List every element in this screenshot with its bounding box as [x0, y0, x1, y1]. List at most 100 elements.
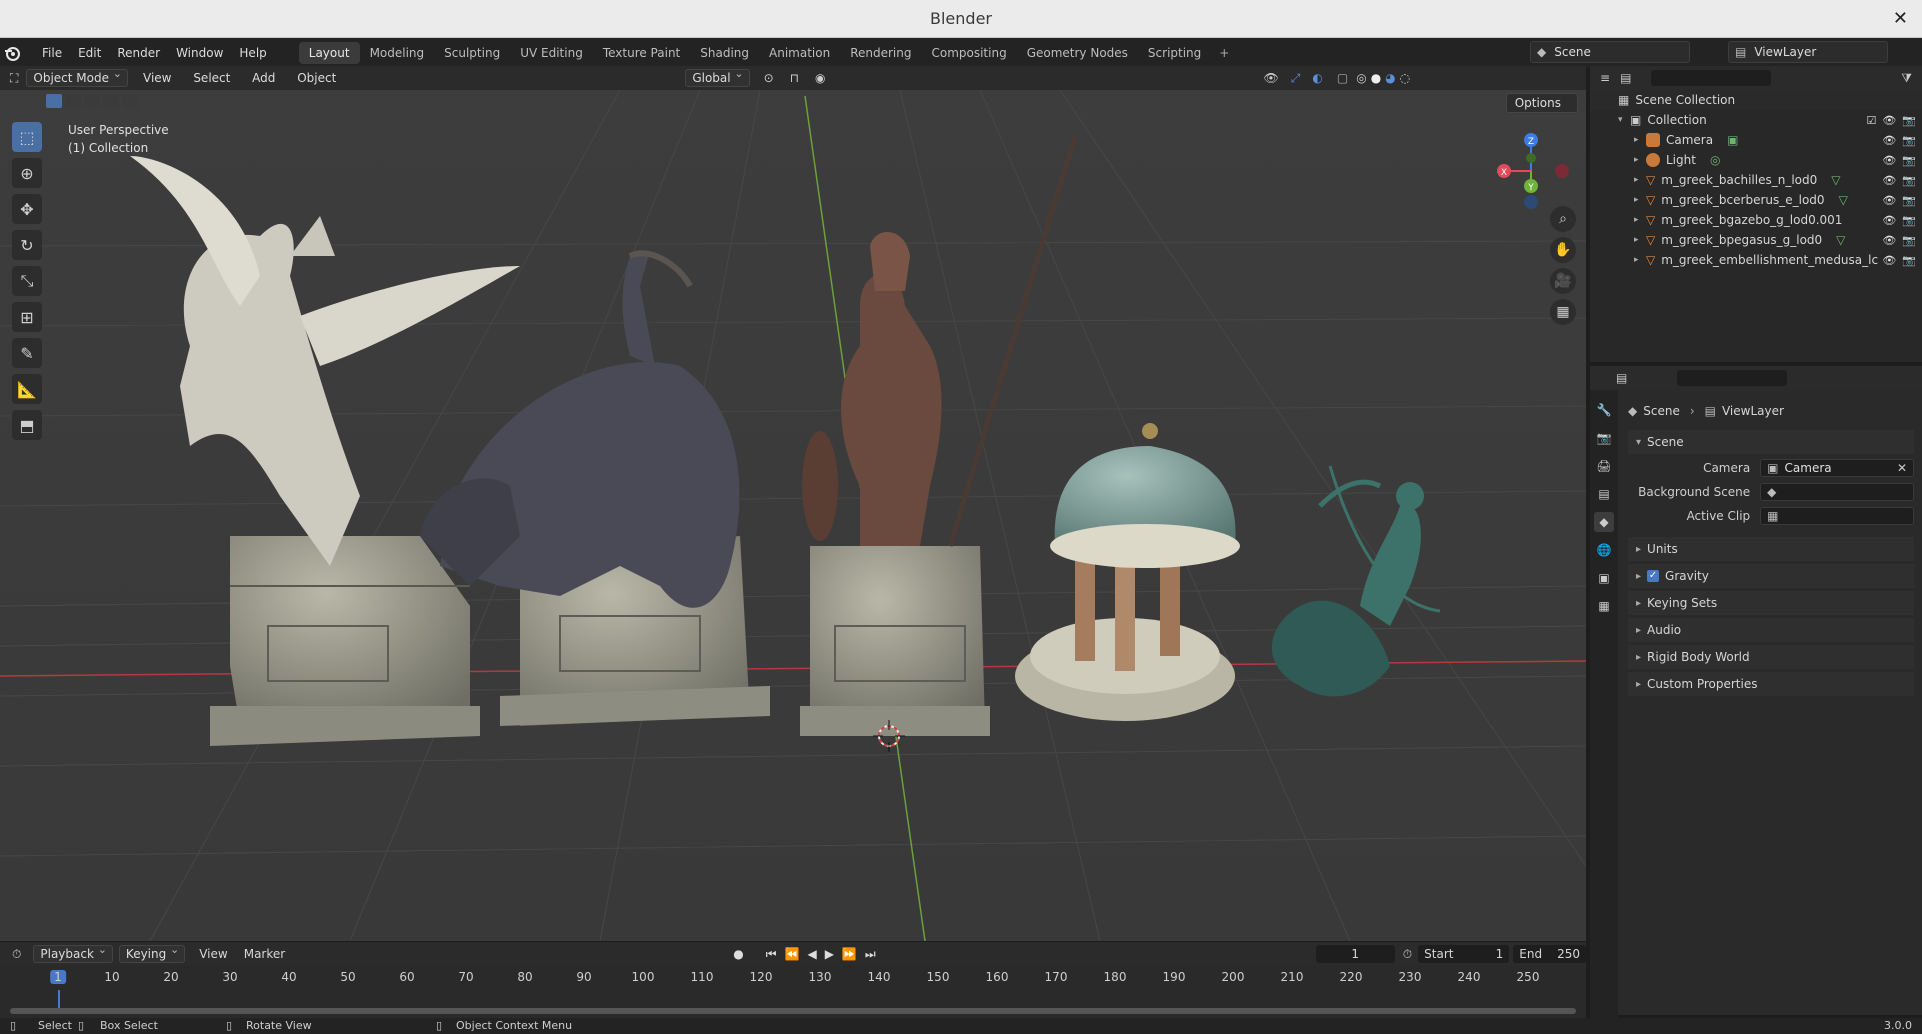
move-tool-icon[interactable]: ✥ [12, 194, 42, 224]
menu-view[interactable]: View [134, 71, 180, 85]
playback-menu[interactable]: Playback [33, 943, 113, 963]
background-scene-input[interactable]: ◆ [1760, 483, 1914, 501]
scene-selector[interactable]: ◆ Scene [1530, 41, 1690, 63]
tool-tab-icon[interactable]: 🔧 [1594, 400, 1614, 420]
editor-type-icon[interactable]: ⛶ [10, 71, 18, 86]
tab-rendering[interactable]: Rendering [840, 42, 921, 64]
outliner-item-medusa[interactable]: ▸ ▽ m_greek_embellishment_medusa_lc 👁 📷 [1590, 250, 1922, 270]
camera-field-input[interactable]: ▣ Camera ✕ [1760, 459, 1914, 477]
viewlayer-selector[interactable]: ▤ ViewLayer [1728, 41, 1888, 63]
tab-layout[interactable]: Layout [298, 42, 360, 64]
tab-modeling[interactable]: Modeling [360, 42, 435, 64]
tab-geometry-nodes[interactable]: Geometry Nodes [1017, 42, 1138, 64]
annotate-tool-icon[interactable]: ✎ [12, 338, 42, 368]
zoom-icon[interactable]: ⌕ [1550, 206, 1576, 232]
render-camera-icon[interactable]: 📷 [1902, 114, 1916, 127]
expand-triangle-icon[interactable]: ▸ [1634, 235, 1646, 245]
eye-icon[interactable]: 👁 [1882, 194, 1896, 207]
current-frame-field[interactable]: 1 [1315, 945, 1395, 963]
select-intersect-icon[interactable] [122, 94, 138, 108]
timeline-editor[interactable]: ⏱ Playback Keying View Marker ● ⏮ ⏪ ◀ ▶ … [0, 942, 1586, 1018]
view-layer-tab-icon[interactable]: ▤ [1594, 484, 1614, 504]
outliner-scene-collection[interactable]: ▦ Scene Collection [1590, 90, 1922, 110]
menu-edit[interactable]: Edit [70, 46, 109, 60]
world-tab-icon[interactable]: 🌐 [1594, 540, 1614, 560]
menu-render[interactable]: Render [109, 46, 168, 60]
play-icon[interactable]: ▶ [825, 947, 834, 961]
tab-texture-paint[interactable]: Texture Paint [593, 42, 690, 64]
collection-visibility[interactable]: ☑ 👁 📷 [1866, 114, 1916, 127]
next-keyframe-icon[interactable]: ⏩ [842, 947, 857, 961]
render-tab-icon[interactable]: 📷 [1594, 428, 1614, 448]
tab-compositing[interactable]: Compositing [921, 42, 1016, 64]
rigid-body-world-panel-header[interactable]: ▸ Rigid Body World [1628, 645, 1914, 669]
scale-tool-icon[interactable]: ⤡ [12, 266, 42, 296]
exclude-checkbox-icon[interactable]: ☑ [1866, 114, 1876, 127]
filter-icon[interactable]: ⧩ [1901, 71, 1912, 86]
expand-triangle-icon[interactable]: ▸ [1634, 195, 1646, 205]
scene-tab-icon[interactable]: ◆ [1594, 512, 1614, 532]
start-frame-field[interactable]: Start 1 [1418, 945, 1510, 963]
overlay-toggle-icon[interactable]: ◐ [1312, 71, 1322, 85]
collection-tab-icon[interactable]: ▣ [1594, 568, 1614, 588]
add-cube-tool-icon[interactable]: ⬒ [12, 410, 42, 440]
close-icon[interactable]: ✕ [1893, 8, 1908, 29]
outliner-item-pegasus[interactable]: ▸ ▽ m_greek_bpegasus_g_lod0 ▽ 👁 📷 [1590, 230, 1922, 250]
expand-triangle-icon[interactable]: ▸ [1634, 155, 1646, 165]
render-camera-icon[interactable]: 📷 [1902, 234, 1916, 247]
prev-keyframe-icon[interactable]: ⏪ [785, 947, 800, 961]
menu-file[interactable]: File [34, 46, 70, 60]
shading-rendered-icon[interactable]: ◌ [1400, 71, 1410, 85]
render-camera-icon[interactable]: 📷 [1902, 194, 1916, 207]
rotate-tool-icon[interactable]: ↻ [12, 230, 42, 260]
end-frame-field[interactable]: End 250 [1513, 945, 1586, 963]
tab-shading[interactable]: Shading [690, 42, 759, 64]
transform-orientation-dropdown[interactable]: Global [685, 67, 750, 87]
xray-icon[interactable]: ▢ [1337, 71, 1348, 85]
select-new-icon[interactable] [46, 94, 62, 108]
proportional-edit-icon[interactable]: ◉ [815, 71, 825, 85]
snap-icon[interactable]: ⊓ [790, 71, 799, 85]
current-frame-marker[interactable]: 1 [50, 970, 66, 984]
record-icon[interactable]: ● [733, 947, 743, 961]
navigation-gizmo[interactable]: Z Y X [1486, 126, 1576, 216]
eye-icon[interactable]: 👁 [1882, 154, 1896, 167]
units-panel-header[interactable]: ▸ Units [1628, 537, 1914, 561]
keying-sets-panel-header[interactable]: ▸ Keying Sets [1628, 591, 1914, 615]
cursor-tool-icon[interactable]: ⊕ [12, 158, 42, 188]
expand-triangle-icon[interactable]: ▸ [1634, 255, 1646, 265]
tab-animation[interactable]: Animation [759, 42, 840, 64]
pan-hand-icon[interactable]: ✋ [1550, 237, 1576, 263]
options-button[interactable]: Options [1505, 93, 1578, 113]
expand-triangle-icon[interactable]: ▸ [1634, 175, 1646, 185]
menu-help[interactable]: Help [231, 46, 274, 60]
eye-icon[interactable]: 👁 [1882, 254, 1896, 267]
camera-view-icon[interactable]: 🎥 [1550, 268, 1576, 294]
menu-window[interactable]: Window [168, 46, 231, 60]
marker-menu[interactable]: Marker [236, 947, 293, 961]
tab-uv-editing[interactable]: UV Editing [510, 42, 593, 64]
scene-panel-header[interactable]: ▾ Scene [1628, 430, 1914, 454]
outliner-item-light[interactable]: ▸ Light ◎ 👁 📷 [1590, 150, 1922, 170]
eye-icon[interactable]: 👁 [1882, 174, 1896, 187]
render-camera-icon[interactable]: 📷 [1902, 154, 1916, 167]
gravity-panel-header[interactable]: ▸ ✓ Gravity [1628, 564, 1914, 588]
active-clip-input[interactable]: ▦ [1760, 507, 1914, 525]
menu-add[interactable]: Add [243, 71, 284, 85]
eye-icon[interactable]: 👁 [1882, 114, 1896, 127]
blender-logo-icon[interactable] [4, 45, 20, 61]
tab-sculpting[interactable]: Sculpting [434, 42, 510, 64]
stopwatch-icon[interactable]: ⏱ [1403, 947, 1412, 962]
transform-tool-icon[interactable]: ⊞ [12, 302, 42, 332]
outliner-item-cerberus[interactable]: ▸ ▽ m_greek_bcerberus_e_lod0 ▽ 👁 📷 [1590, 190, 1922, 210]
menu-select[interactable]: Select [184, 71, 239, 85]
ortho-grid-icon[interactable]: ▦ [1550, 299, 1576, 325]
play-reverse-icon[interactable]: ◀ [807, 947, 816, 961]
menu-object[interactable]: Object [288, 71, 345, 85]
shading-wireframe-icon[interactable]: ◎ [1356, 71, 1366, 85]
outliner-item-achilles[interactable]: ▸ ▽ m_greek_bachilles_n_lod0 ▽ 👁 📷 [1590, 170, 1922, 190]
timeline-editor-icon[interactable]: ⏱ [12, 947, 21, 962]
jump-end-icon[interactable]: ⏭ [865, 947, 876, 962]
properties-search[interactable] [1677, 370, 1788, 386]
select-box-tool-icon[interactable]: ⬚ [12, 122, 42, 152]
